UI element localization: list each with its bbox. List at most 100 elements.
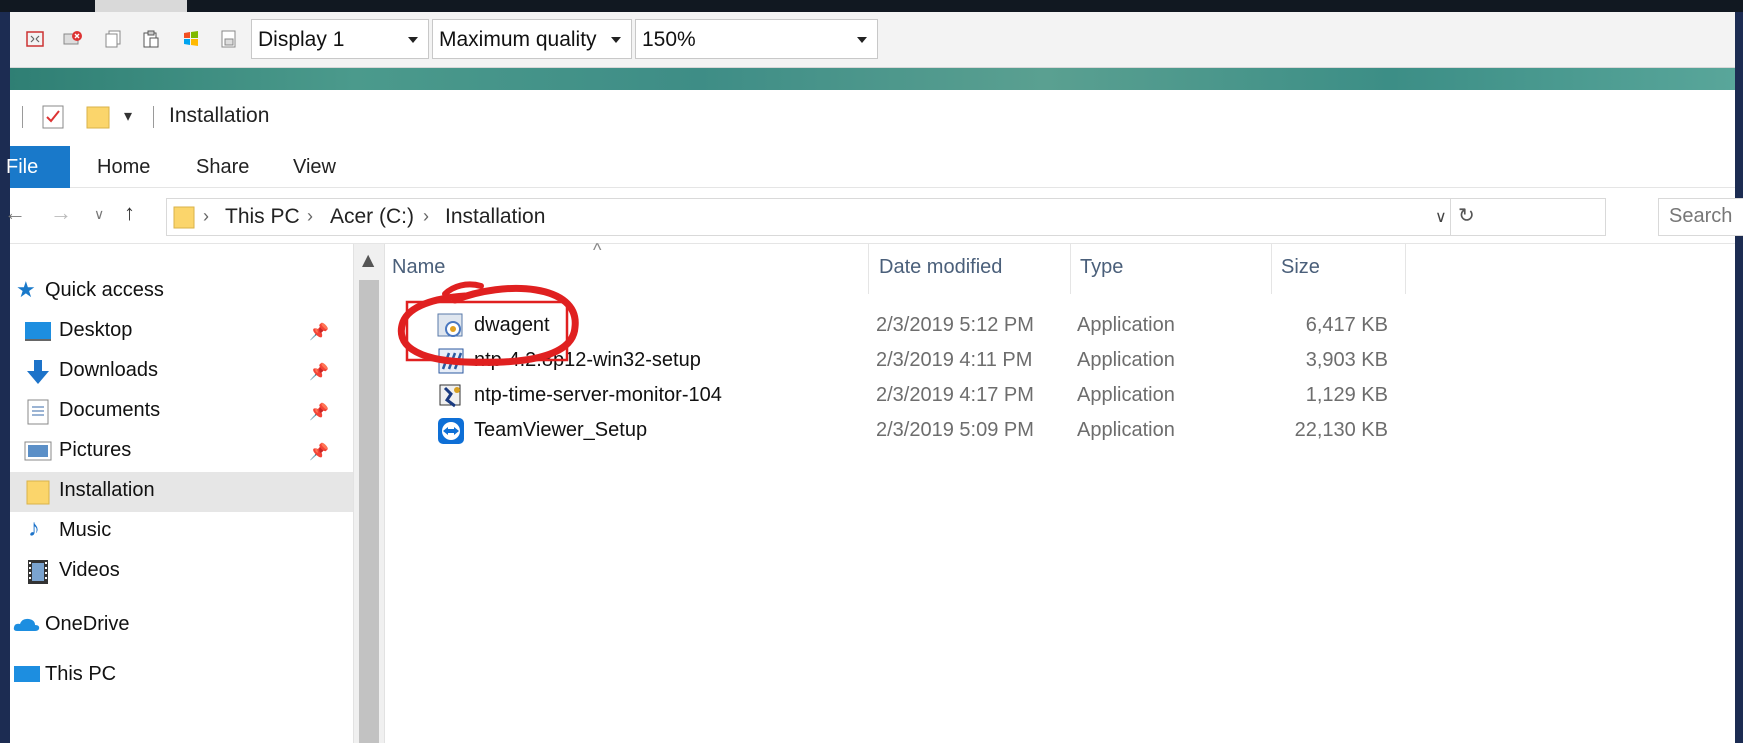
music-icon: ♪ — [28, 515, 40, 542]
file-explorer-window: ▾ Installation File Home Share View ← → … — [4, 90, 1743, 743]
sidebar-item-onedrive[interactable]: OneDrive — [10, 606, 353, 646]
sidebar-item-this-pc[interactable]: This PC — [10, 656, 353, 696]
frame-right-border — [1735, 12, 1743, 743]
address-row: ← → ∨ ↑ › This PC › Acer (C:) › Installa… — [4, 188, 1743, 244]
computer-icon — [12, 663, 40, 689]
file-row-dwagent[interactable]: dwagent 2/3/2019 5:12 PM Application 6,4… — [385, 308, 1388, 344]
nav-label: Installation — [59, 479, 155, 501]
divider — [153, 106, 154, 128]
sidebar-item-music[interactable]: ♪ Music — [10, 512, 353, 552]
breadcrumb-separator-icon: › — [423, 206, 429, 226]
videos-icon — [26, 559, 54, 585]
sidebar-item-videos[interactable]: Videos — [10, 552, 353, 592]
sort-ascending-caret-icon: ^ — [593, 240, 602, 260]
windows-key-icon[interactable] — [180, 28, 202, 50]
pin-icon[interactable]: 📌 — [309, 402, 329, 422]
downloads-icon — [24, 359, 52, 385]
remote-session-tab[interactable] — [95, 0, 187, 12]
file-size: 1,129 KB — [1305, 384, 1388, 406]
properties-icon[interactable] — [42, 105, 64, 129]
file-name: ntp-4.2.8p12-win32-setup — [474, 349, 701, 371]
file-type: Application — [1077, 384, 1175, 406]
nav-quick-access[interactable]: ★ Quick access — [10, 272, 353, 312]
nav-label: Documents — [59, 399, 161, 421]
sidebar-item-pictures[interactable]: Pictures 📌 — [10, 432, 353, 472]
file-name: TeamViewer_Setup — [474, 419, 648, 441]
column-header-name[interactable]: Name — [392, 256, 445, 279]
breadcrumb-separator-icon: › — [307, 206, 313, 226]
file-list: ^ Name Date modified Type Size dwagent 2… — [385, 240, 1735, 743]
zoom-select-value: 150% — [642, 28, 696, 51]
search-input[interactable]: Search — [1658, 198, 1743, 236]
tab-view[interactable]: View — [293, 156, 336, 179]
up-arrow-icon[interactable]: ↑ — [124, 200, 135, 226]
display-select-value: Display 1 — [258, 28, 345, 51]
display-select[interactable]: Display 1 — [251, 19, 429, 59]
quick-access-toolbar-dropdown-icon[interactable]: ▾ — [124, 106, 132, 126]
column-divider[interactable] — [868, 244, 869, 294]
nav-label: OneDrive — [45, 613, 130, 635]
pin-icon[interactable]: 📌 — [309, 442, 329, 462]
breadcrumb-this-pc[interactable]: This PC — [225, 205, 300, 229]
desktop-wallpaper — [10, 68, 1735, 90]
forward-arrow-icon[interactable]: → — [50, 200, 72, 226]
file-row-ntp-monitor[interactable]: ntp-time-server-monitor-104 2/3/2019 4:1… — [385, 378, 1388, 414]
file-type: Application — [1077, 419, 1175, 441]
nav-label: Music — [59, 519, 112, 541]
tab-share[interactable]: Share — [196, 156, 249, 179]
window-title: Installation — [169, 104, 270, 127]
sidebar-item-installation[interactable]: Installation — [10, 472, 353, 512]
divider — [22, 106, 23, 128]
remote-toolbar: Display 1 Maximum quality 150% — [10, 12, 1735, 68]
pin-icon[interactable]: 📌 — [309, 362, 329, 382]
column-header-type[interactable]: Type — [1080, 256, 1123, 279]
documents-icon — [26, 399, 54, 425]
file-size: 22,130 KB — [1294, 419, 1388, 441]
column-header-date-modified[interactable]: Date modified — [879, 256, 1002, 279]
file-name: dwagent — [474, 314, 550, 336]
fullscreen-icon[interactable] — [24, 28, 46, 50]
navigation-pane-scrollbar[interactable]: ▲ — [353, 244, 385, 743]
monitor-app-icon — [437, 382, 465, 410]
disconnect-icon[interactable] — [62, 28, 84, 50]
tab-file[interactable]: File — [6, 146, 70, 188]
sidebar-item-downloads[interactable]: Downloads 📌 — [10, 352, 353, 392]
back-arrow-icon[interactable]: ← — [4, 200, 26, 226]
address-bar[interactable]: › This PC › Acer (C:) › Installation ∨ ↻ — [166, 198, 1606, 236]
sidebar-item-desktop[interactable]: Desktop 📌 — [10, 312, 353, 352]
folder-icon — [173, 205, 195, 229]
breadcrumb-acer-c[interactable]: Acer (C:) — [330, 205, 414, 229]
star-icon: ★ — [16, 277, 36, 302]
recent-locations-chevron-icon[interactable]: ∨ — [94, 206, 104, 223]
nav-label: Pictures — [59, 439, 132, 461]
scroll-up-arrow-icon[interactable]: ▲ — [362, 250, 374, 269]
copy-icon[interactable] — [102, 28, 124, 50]
refresh-icon[interactable]: ↻ — [1458, 203, 1475, 228]
column-header-size[interactable]: Size — [1281, 256, 1320, 279]
quality-select[interactable]: Maximum quality — [432, 19, 632, 59]
quality-select-value: Maximum quality — [439, 28, 597, 51]
file-date-modified: 2/3/2019 4:11 PM — [876, 349, 1033, 371]
ctrl-alt-del-icon[interactable] — [218, 28, 240, 50]
file-row-teamviewer[interactable]: TeamViewer_Setup 2/3/2019 5:09 PM Applic… — [385, 413, 1388, 449]
sidebar-item-documents[interactable]: Documents 📌 — [10, 392, 353, 432]
new-folder-icon[interactable] — [86, 104, 112, 130]
zoom-select[interactable]: 150% — [635, 19, 878, 59]
column-divider[interactable] — [1271, 244, 1272, 294]
column-divider[interactable] — [1405, 244, 1406, 294]
file-row-ntp-setup[interactable]: ntp-4.2.8p12-win32-setup 2/3/2019 4:11 P… — [385, 343, 1388, 379]
nav-label: Videos — [59, 559, 120, 581]
file-date-modified: 2/3/2019 4:17 PM — [876, 384, 1034, 406]
column-divider[interactable] — [1070, 244, 1071, 294]
navigation-pane: ★ Quick access Desktop 📌 Downloads 📌 Doc… — [10, 244, 353, 743]
teamviewer-app-icon — [437, 417, 465, 445]
address-dropdown-chevron-icon[interactable]: ∨ — [1435, 207, 1447, 227]
chevron-down-icon — [857, 37, 867, 43]
pin-icon[interactable]: 📌 — [309, 322, 329, 342]
scrollbar-thumb[interactable] — [359, 280, 379, 743]
chevron-down-icon — [611, 37, 621, 43]
tab-home[interactable]: Home — [97, 156, 150, 179]
paste-icon[interactable] — [140, 28, 162, 50]
file-name: ntp-time-server-monitor-104 — [474, 384, 722, 406]
breadcrumb-installation[interactable]: Installation — [445, 205, 545, 229]
